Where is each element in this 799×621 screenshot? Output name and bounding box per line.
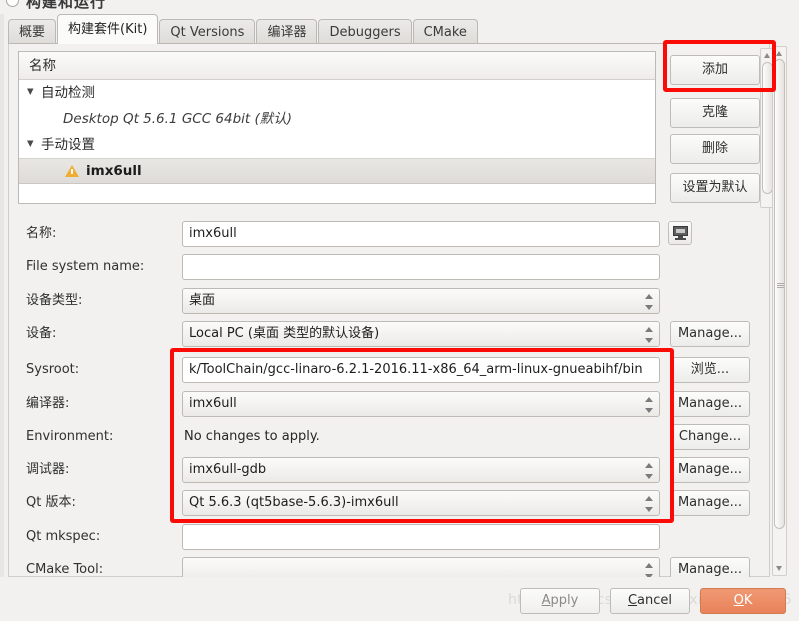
tab-compilers[interactable]: 编译器 — [256, 19, 318, 44]
device-manage-button[interactable]: Manage... — [670, 321, 750, 347]
warning-icon — [65, 165, 79, 177]
name-input[interactable]: imx6ull — [182, 221, 660, 247]
cancel-button[interactable]: Cancel — [610, 588, 690, 614]
device-type-select[interactable]: 桌面 — [182, 288, 660, 314]
window-left-edge — [0, 14, 4, 621]
kit-item-imx6ull[interactable]: imx6ull — [19, 158, 655, 184]
device-value: Local PC (桌面 类型的默认设备) — [189, 326, 380, 341]
tab-qt-versions[interactable]: Qt Versions — [159, 19, 256, 44]
build-and-run-settings-dialog: 构建和运行 概要 构建套件(Kit) Qt Versions 编译器 Debug… — [0, 0, 799, 621]
label-debugger: 调试器: — [26, 462, 70, 477]
label-file-system-name: File system name: — [26, 259, 145, 274]
label-compiler: 编译器: — [26, 396, 70, 411]
spinner-arrows-icon[interactable] — [645, 462, 654, 480]
kit-group-label: 手动设置 — [41, 137, 95, 153]
scrollbar-grip-icon — [777, 283, 784, 288]
monitor-icon-button[interactable] — [668, 221, 692, 245]
scroll-down-arrow-icon[interactable] — [773, 562, 786, 574]
kit-item-desktop-qt[interactable]: Desktop Qt 5.6.1 GCC 64bit (默认) — [19, 106, 655, 132]
label-environment: Environment: — [26, 429, 114, 444]
title-radio-icon — [6, 0, 19, 7]
spinner-arrows-icon[interactable] — [645, 495, 654, 513]
spinner-arrows-icon[interactable] — [645, 396, 654, 414]
label-device-type: 设备类型: — [26, 293, 83, 308]
ok-button[interactable]: OK — [700, 588, 786, 614]
monitor-icon — [673, 226, 688, 240]
qt-mkspec-input[interactable] — [182, 524, 660, 550]
tab-debuggers[interactable]: Debuggers — [318, 19, 412, 44]
sysroot-input[interactable]: k/ToolChain/gcc-linaro-6.2.1-2016.11-x86… — [182, 357, 660, 383]
qt-version-value: Qt 5.6.3 (qt5base-5.6.3)-imx6ull — [189, 495, 399, 510]
clone-kit-button[interactable]: 克隆 — [670, 98, 760, 128]
label-sysroot: Sysroot: — [26, 362, 80, 377]
label-qt-version: Qt 版本: — [26, 495, 76, 510]
tab-cmake[interactable]: CMake — [412, 19, 478, 44]
kit-group-manual[interactable]: ▼ 手动设置 — [19, 132, 655, 158]
kit-list-column-header: 名称 — [19, 52, 655, 80]
tab-overview[interactable]: 概要 — [8, 19, 57, 44]
device-select[interactable]: Local PC (桌面 类型的默认设备) — [182, 321, 660, 347]
tab-bar: 概要 构建套件(Kit) Qt Versions 编译器 Debuggers C… — [0, 14, 799, 44]
compiler-select[interactable]: imx6ull — [182, 391, 660, 417]
debugger-value: imx6ull-gdb — [189, 462, 267, 477]
add-kit-button[interactable]: 添加 — [670, 55, 760, 85]
file-system-name-input[interactable] — [182, 254, 660, 280]
apply-button[interactable]: Apply — [520, 588, 600, 614]
spinner-arrows-icon[interactable] — [645, 293, 654, 311]
environment-change-button[interactable]: Change... — [670, 424, 750, 450]
debugger-manage-button[interactable]: Manage... — [670, 457, 750, 483]
kit-group-auto-detected[interactable]: ▼ 自动检测 — [19, 80, 655, 106]
delete-kit-button[interactable]: 删除 — [670, 134, 760, 164]
compiler-value: imx6ull — [189, 396, 237, 411]
qt-version-select[interactable]: Qt 5.6.3 (qt5base-5.6.3)-imx6ull — [182, 490, 660, 516]
kit-item-label: imx6ull — [86, 163, 142, 179]
environment-value: No changes to apply. — [184, 429, 320, 444]
kit-list[interactable]: 名称 ▼ 自动检测 Desktop Qt 5.6.1 GCC 64bit (默认… — [18, 51, 656, 204]
settings-page-scrollbar[interactable] — [772, 46, 787, 576]
device-type-value: 桌面 — [189, 293, 216, 308]
chevron-down-icon[interactable]: ▼ — [27, 131, 41, 157]
compiler-manage-button[interactable]: Manage... — [670, 391, 750, 417]
kit-group-label: 自动检测 — [41, 85, 95, 101]
debugger-select[interactable]: imx6ull-gdb — [182, 457, 660, 483]
spinner-arrows-icon[interactable] — [645, 326, 654, 344]
qt-version-manage-button[interactable]: Manage... — [670, 490, 750, 516]
chevron-down-icon[interactable]: ▼ — [27, 79, 41, 105]
dialog-title: 构建和运行 — [26, 0, 107, 11]
label-qt-mkspec: Qt mkspec: — [26, 529, 101, 544]
tab-kits[interactable]: 构建套件(Kit) — [57, 14, 159, 44]
set-default-kit-button[interactable]: 设置为默认 — [670, 173, 760, 203]
label-name: 名称: — [26, 226, 57, 241]
sysroot-browse-button[interactable]: 浏览... — [670, 357, 750, 383]
scrollbar-thumb[interactable] — [774, 59, 785, 529]
label-device: 设备: — [26, 326, 57, 341]
